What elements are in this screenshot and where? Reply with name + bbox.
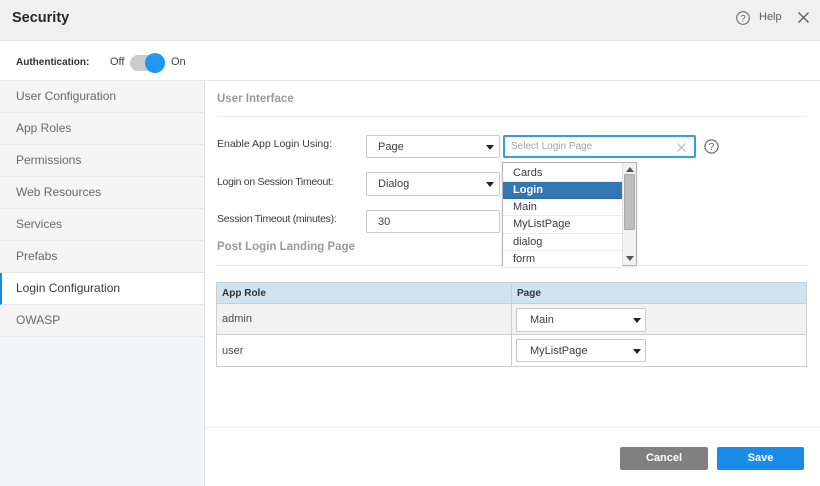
svg-text:?: ? [709,142,715,153]
svg-text:?: ? [740,13,745,24]
